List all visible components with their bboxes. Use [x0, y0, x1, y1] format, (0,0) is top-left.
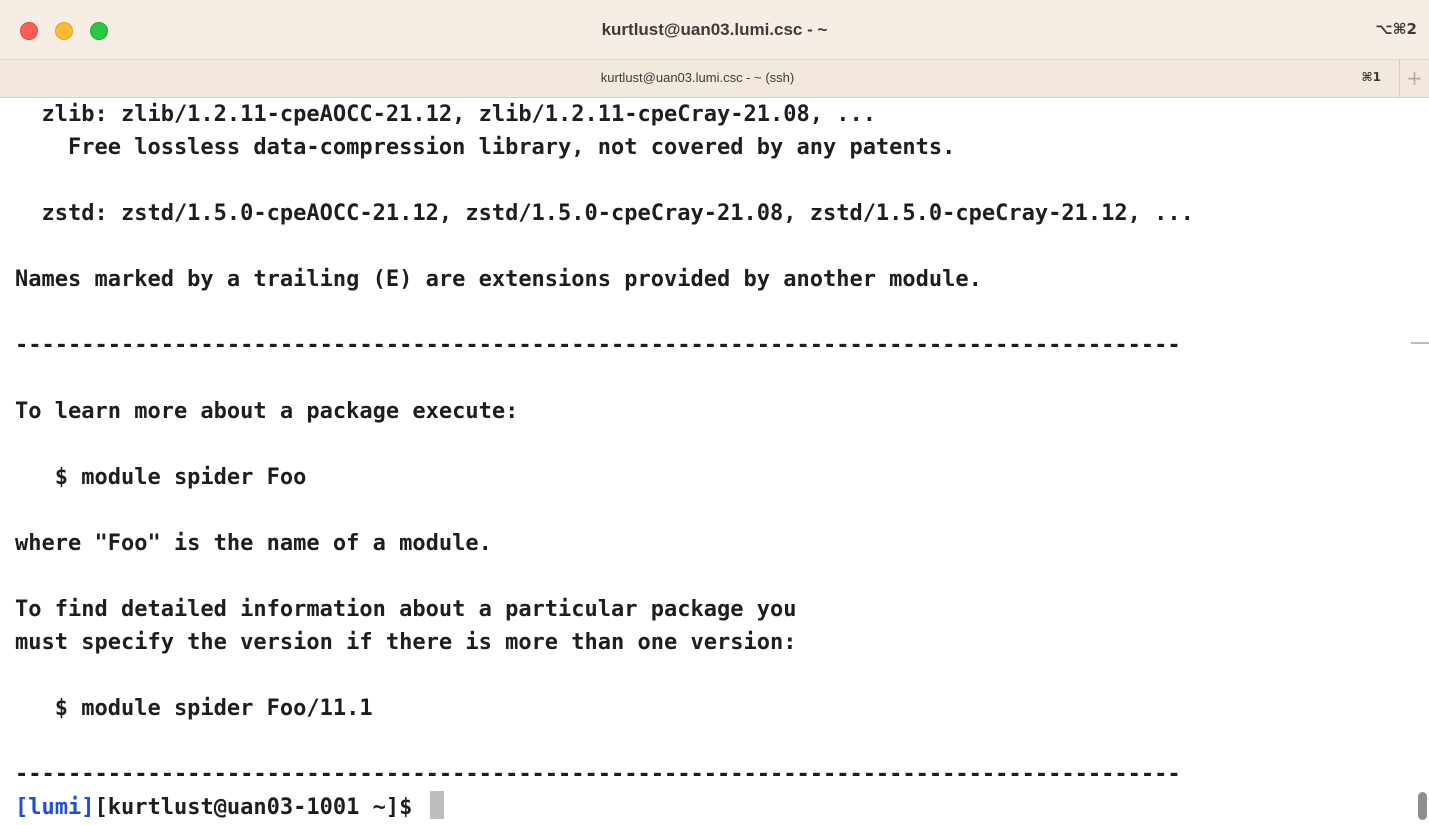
terminal-line: Free lossless data-compression library, …	[15, 135, 956, 160]
terminal-output[interactable]: zlib: zlib/1.2.11-cpeAOCC-21.12, zlib/1.…	[0, 98, 1429, 825]
scrollbar-thumb[interactable]	[1418, 792, 1427, 820]
terminal-line: zlib: zlib/1.2.11-cpeAOCC-21.12, zlib/1.…	[15, 102, 876, 127]
separator-line: ----------------------------------------…	[15, 333, 1181, 358]
terminal-window: kurtlust@uan03.lumi.csc - ~ ⌥⌘2 kurtlust…	[0, 0, 1429, 825]
window-title: kurtlust@uan03.lumi.csc - ~	[601, 20, 828, 39]
terminal-line: zstd: zstd/1.5.0-cpeAOCC-21.12, zstd/1.5…	[15, 201, 1194, 226]
tab-title: kurtlust@uan03.lumi.csc - ~ (ssh)	[600, 70, 795, 85]
window-shortcut: ⌥⌘2	[1375, 20, 1417, 38]
separator-line: ----------------------------------------…	[15, 762, 1181, 787]
text-cursor	[429, 791, 444, 819]
tab-shortcut: ⌘1	[1361, 70, 1381, 84]
title-bar[interactable]: kurtlust@uan03.lumi.csc - ~ ⌥⌘2	[0, 0, 1429, 60]
scroll-mark	[1411, 342, 1429, 344]
terminal-line: where "Foo" is the name of a module.	[15, 531, 492, 556]
terminal-line: Names marked by a trailing (E) are exten…	[15, 267, 982, 292]
terminal-line: $ module spider Foo/11.1	[15, 696, 373, 721]
terminal-line: To find detailed information about a par…	[15, 597, 797, 622]
terminal-line: To learn more about a package execute:	[15, 399, 519, 424]
terminal-line: $ module spider Foo	[15, 465, 307, 490]
command-prompt[interactable]: [lumi][kurtlust@uan03-1001 ~]$	[15, 791, 444, 824]
new-tab-button[interactable]: +	[1399, 60, 1429, 97]
prompt-user-host: [kurtlust@uan03-1001 ~]$	[94, 795, 426, 820]
terminal-line: must specify the version if there is mor…	[15, 630, 797, 655]
tab-ssh[interactable]: kurtlust@uan03.lumi.csc - ~ (ssh) ⌘1	[0, 60, 1395, 97]
prompt-tag: [lumi]	[15, 795, 95, 820]
tab-bar: kurtlust@uan03.lumi.csc - ~ (ssh) ⌘1 +	[0, 60, 1429, 98]
